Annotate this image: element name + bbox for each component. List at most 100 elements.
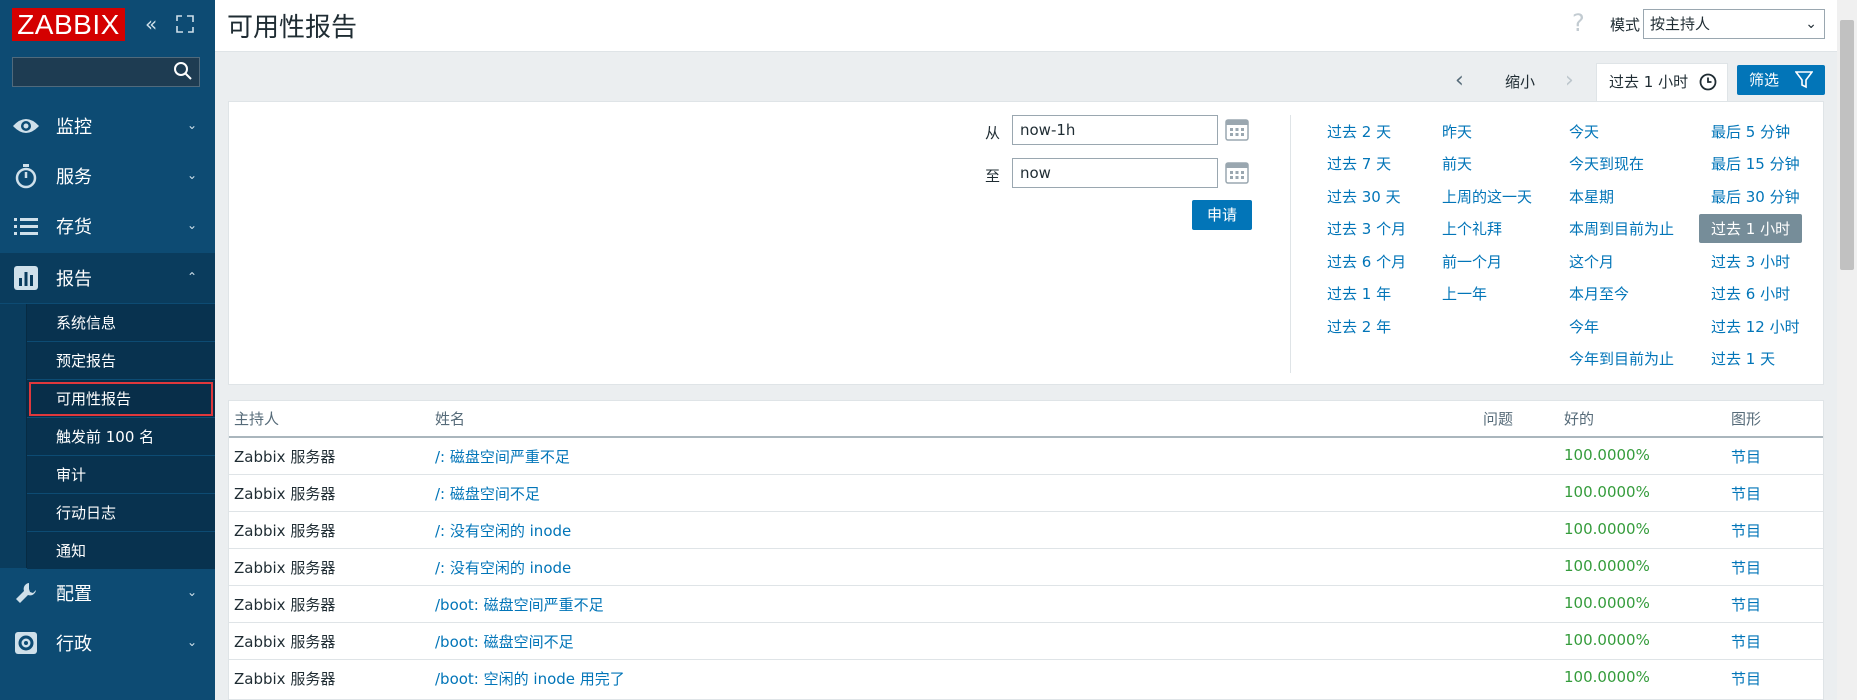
cell-trigger-name[interactable]: /boot: 磁盘空间不足 [435, 631, 574, 652]
sidebar-search-input[interactable] [12, 57, 200, 87]
cell-graph-link[interactable]: 节目 [1731, 594, 1761, 615]
page-scrollbar[interactable] [1837, 0, 1857, 700]
cell-trigger-name[interactable]: /boot: 空闲的 inode 用完了 [435, 668, 625, 689]
cell-trigger-name[interactable]: /: 没有空闲的 inode [435, 557, 571, 578]
quick-range-link[interactable]: 上周的这一天 [1442, 186, 1532, 207]
row-divider [229, 622, 1823, 623]
cell-graph-link[interactable]: 节目 [1731, 446, 1761, 467]
quick-range-link[interactable]: 前一个月 [1442, 251, 1502, 272]
collapse-sidebar-icon[interactable]: « [145, 12, 157, 36]
quick-range-link[interactable]: 今年 [1569, 316, 1599, 337]
quick-range-link[interactable]: 过去 1 天 [1711, 348, 1775, 369]
cell-graph-link[interactable]: 节目 [1731, 483, 1761, 504]
apply-button[interactable]: 申请 [1192, 200, 1252, 230]
submenu-item-notifications[interactable]: 通知 [27, 532, 215, 570]
quick-range-link[interactable]: 过去 2 天 [1327, 121, 1391, 142]
bar-chart-icon [12, 264, 40, 292]
calendar-icon[interactable] [1225, 119, 1249, 141]
row-divider [229, 548, 1823, 549]
submenu-item-availability-report[interactable]: 可用性报告 [27, 380, 215, 418]
cell-trigger-name[interactable]: /: 磁盘空间严重不足 [435, 446, 570, 467]
quick-range-link[interactable]: 本星期 [1569, 186, 1614, 207]
zabbix-logo[interactable]: ZABBIX [12, 8, 125, 41]
quick-range-link[interactable]: 过去 2 年 [1327, 316, 1391, 337]
cell-graph-link[interactable]: 节目 [1731, 557, 1761, 578]
submenu-item-audit[interactable]: 审计 [27, 456, 215, 494]
filter-divider [1290, 115, 1291, 373]
cell-host: Zabbix 服务器 [234, 633, 336, 651]
quick-range-link[interactable]: 过去 6 个月 [1327, 251, 1406, 272]
menu-inventory[interactable]: 存货 ⌄ [0, 201, 215, 251]
quick-range-link[interactable]: 最后 15 分钟 [1711, 153, 1800, 174]
quick-range-link[interactable]: 前天 [1442, 153, 1472, 174]
quick-range-link[interactable]: 过去 30 天 [1327, 186, 1401, 207]
from-label: 从 [985, 124, 1001, 142]
menu-administration[interactable]: 行政 ⌄ [0, 618, 215, 668]
column-header-host[interactable]: 主持人 [234, 408, 279, 429]
quick-range-link[interactable]: 今年到目前为止 [1569, 348, 1674, 369]
sidebar: ZABBIX « 监控 ⌄ 服务 ⌄ 存货 ⌄ 报告 ⌃ 系统信息 预定报告 可… [0, 0, 215, 700]
cell-trigger-name[interactable]: /: 磁盘空间不足 [435, 483, 540, 504]
time-next-icon[interactable]: › [1565, 68, 1574, 93]
kiosk-mode-icon[interactable] [176, 14, 194, 38]
search-icon[interactable] [173, 61, 193, 81]
cell-trigger-name[interactable]: /: 没有空闲的 inode [435, 520, 571, 541]
submenu-item-top-100-triggers[interactable]: 触发前 100 名 [27, 418, 215, 456]
mode-label: 模式 [1610, 16, 1641, 34]
menu-monitoring[interactable]: 监控 ⌄ [0, 101, 215, 151]
menu-configuration[interactable]: 配置 ⌄ [0, 568, 215, 618]
help-icon[interactable]: ? [1572, 9, 1585, 37]
quick-range-link-selected[interactable]: 过去 1 小时 [1699, 214, 1803, 243]
zoom-out-button[interactable]: 缩小 [1505, 71, 1535, 92]
menu-label: 服务 [56, 167, 92, 188]
cell-graph-link[interactable]: 节目 [1731, 631, 1761, 652]
filter-label: 筛选 [1749, 71, 1780, 89]
wrench-icon [12, 579, 40, 607]
from-input[interactable]: now-1h [1012, 115, 1218, 145]
mode-select[interactable]: 按主持人 ⌄ [1643, 9, 1825, 39]
cell-trigger-name[interactable]: /boot: 磁盘空间严重不足 [435, 594, 604, 615]
quick-range-link[interactable]: 昨天 [1442, 121, 1472, 142]
column-header-ok: 好的 [1564, 410, 1595, 428]
time-prev-icon[interactable]: ‹ [1455, 68, 1464, 93]
quick-range-link[interactable]: 过去 12 小时 [1711, 316, 1800, 337]
quick-range-link[interactable]: 上个礼拜 [1442, 218, 1502, 239]
quick-range-link[interactable]: 过去 6 小时 [1711, 283, 1790, 304]
clock-icon [1699, 73, 1717, 91]
cell-host: Zabbix 服务器 [234, 596, 336, 614]
quick-range-link[interactable]: 本月至今 [1569, 283, 1629, 304]
calendar-icon[interactable] [1225, 162, 1249, 184]
menu-label: 监控 [56, 117, 92, 138]
column-header-name[interactable]: 姓名 [435, 408, 465, 429]
quick-range-link[interactable]: 过去 3 小时 [1711, 251, 1790, 272]
cell-ok: 100.0000% [1564, 483, 1650, 501]
quick-range-link[interactable]: 本周到目前为止 [1569, 218, 1674, 239]
submenu-item-scheduled-reports[interactable]: 预定报告 [27, 342, 215, 380]
chevron-down-icon: ⌄ [186, 635, 197, 649]
cell-ok: 100.0000% [1564, 520, 1650, 538]
quick-range-link[interactable]: 最后 5 分钟 [1711, 121, 1790, 142]
availability-table [228, 400, 1824, 700]
chevron-down-icon: ⌄ [1805, 16, 1817, 32]
quick-range-link[interactable]: 过去 1 年 [1327, 283, 1391, 304]
filter-tab-button[interactable]: 筛选 [1737, 65, 1825, 95]
quick-range-link[interactable]: 今天 [1569, 121, 1599, 142]
menu-services[interactable]: 服务 ⌄ [0, 151, 215, 201]
quick-range-link[interactable]: 这个月 [1569, 251, 1614, 272]
cell-host: Zabbix 服务器 [234, 522, 336, 540]
submenu-item-system-info[interactable]: 系统信息 [27, 304, 215, 342]
quick-range-link[interactable]: 上一年 [1442, 283, 1487, 304]
tab-time-range[interactable]: 过去 1 小时 [1596, 63, 1728, 102]
submenu-item-action-log[interactable]: 行动日志 [27, 494, 215, 532]
quick-range-link[interactable]: 最后 30 分钟 [1711, 186, 1800, 207]
quick-range-link[interactable]: 今天到现在 [1569, 153, 1644, 174]
menu-reports[interactable]: 报告 ⌃ [0, 253, 215, 303]
cell-graph-link[interactable]: 节目 [1731, 520, 1761, 541]
row-divider [229, 511, 1823, 512]
to-input[interactable]: now [1012, 158, 1218, 188]
scrollbar-thumb[interactable] [1840, 20, 1854, 270]
quick-range-link[interactable]: 过去 3 个月 [1327, 218, 1406, 239]
cell-host: Zabbix 服务器 [234, 670, 336, 688]
quick-range-link[interactable]: 过去 7 天 [1327, 153, 1391, 174]
cell-graph-link[interactable]: 节目 [1731, 668, 1761, 689]
